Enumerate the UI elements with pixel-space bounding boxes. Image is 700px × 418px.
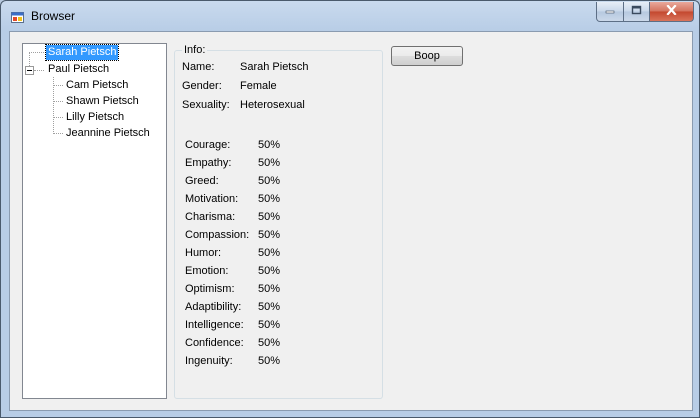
trait-value: 50% xyxy=(258,211,281,223)
name-value: Sarah Pietsch xyxy=(240,61,309,73)
info-legend: Info: xyxy=(182,44,208,56)
trait-label: Motivation: xyxy=(185,193,239,205)
trait-value: 50% xyxy=(258,319,281,331)
trait-label: Humor: xyxy=(185,247,222,259)
title-bar[interactable]: Browser xyxy=(1,1,699,31)
trait-value: 50% xyxy=(258,247,281,259)
trait-value: 50% xyxy=(258,229,281,241)
gender-label: Gender: xyxy=(182,80,222,92)
trait-label: Adaptibility: xyxy=(185,301,242,313)
boop-button[interactable]: Boop xyxy=(391,46,463,66)
app-window-icon xyxy=(11,10,24,23)
maximize-button[interactable] xyxy=(624,2,650,22)
trait-value: 50% xyxy=(258,355,281,367)
trait-label: Empathy: xyxy=(185,157,232,169)
trait-label: Intelligence: xyxy=(185,319,244,331)
trait-value: 50% xyxy=(258,193,281,205)
trait-label: Greed: xyxy=(185,175,219,187)
tree-node-lilly-pietsch[interactable]: Lilly Pietsch xyxy=(64,110,126,125)
tree-connector xyxy=(29,52,30,66)
trait-label: Ingenuity: xyxy=(185,355,233,367)
name-label: Name: xyxy=(182,61,215,73)
sexuality-value: Heterosexual xyxy=(240,99,305,111)
close-button[interactable] xyxy=(650,2,694,22)
trait-label: Compassion: xyxy=(185,229,250,241)
tree-node-jeannine-pietsch[interactable]: Jeannine Pietsch xyxy=(64,126,152,141)
close-icon xyxy=(666,4,677,18)
browser-window: Browser Sarah Pietsch Paul Pietsch Cam P… xyxy=(0,0,700,418)
caption-buttons xyxy=(596,2,694,22)
collapse-icon[interactable] xyxy=(25,66,34,75)
trait-label: Emotion: xyxy=(185,265,229,277)
trait-label: Confidence: xyxy=(185,337,244,349)
trait-label: Courage: xyxy=(185,139,231,151)
trait-label: Optimism: xyxy=(185,283,235,295)
sexuality-label: Sexuality: xyxy=(182,99,230,111)
tree-connector xyxy=(53,101,63,102)
tree-connector xyxy=(53,133,63,134)
trait-value: 50% xyxy=(258,265,281,277)
maximize-icon xyxy=(631,5,642,18)
tree-node-shawn-pietsch[interactable]: Shawn Pietsch xyxy=(64,94,141,109)
window-title: Browser xyxy=(31,9,76,23)
tree-connector xyxy=(53,85,63,86)
trait-value: 50% xyxy=(258,337,281,349)
trait-value: 50% xyxy=(258,139,281,151)
client-area: Sarah Pietsch Paul Pietsch Cam Pietsch S… xyxy=(9,31,693,411)
tree-connector xyxy=(53,117,63,118)
minimize-button[interactable] xyxy=(596,2,624,22)
trait-value: 50% xyxy=(258,283,281,295)
family-tree-view[interactable]: Sarah Pietsch Paul Pietsch Cam Pietsch S… xyxy=(22,43,167,399)
trait-value: 50% xyxy=(258,175,281,187)
gender-value: Female xyxy=(240,80,277,92)
minimize-icon xyxy=(605,5,615,18)
tree-connector xyxy=(29,52,44,53)
tree-node-cam-pietsch[interactable]: Cam Pietsch xyxy=(64,78,130,93)
trait-label: Charisma: xyxy=(185,211,236,223)
tree-node-sarah-pietsch[interactable]: Sarah Pietsch xyxy=(44,44,120,61)
tree-connector xyxy=(34,70,44,71)
tree-node-paul-pietsch[interactable]: Paul Pietsch xyxy=(46,62,111,77)
trait-value: 50% xyxy=(258,301,281,313)
trait-value: 50% xyxy=(258,157,281,169)
